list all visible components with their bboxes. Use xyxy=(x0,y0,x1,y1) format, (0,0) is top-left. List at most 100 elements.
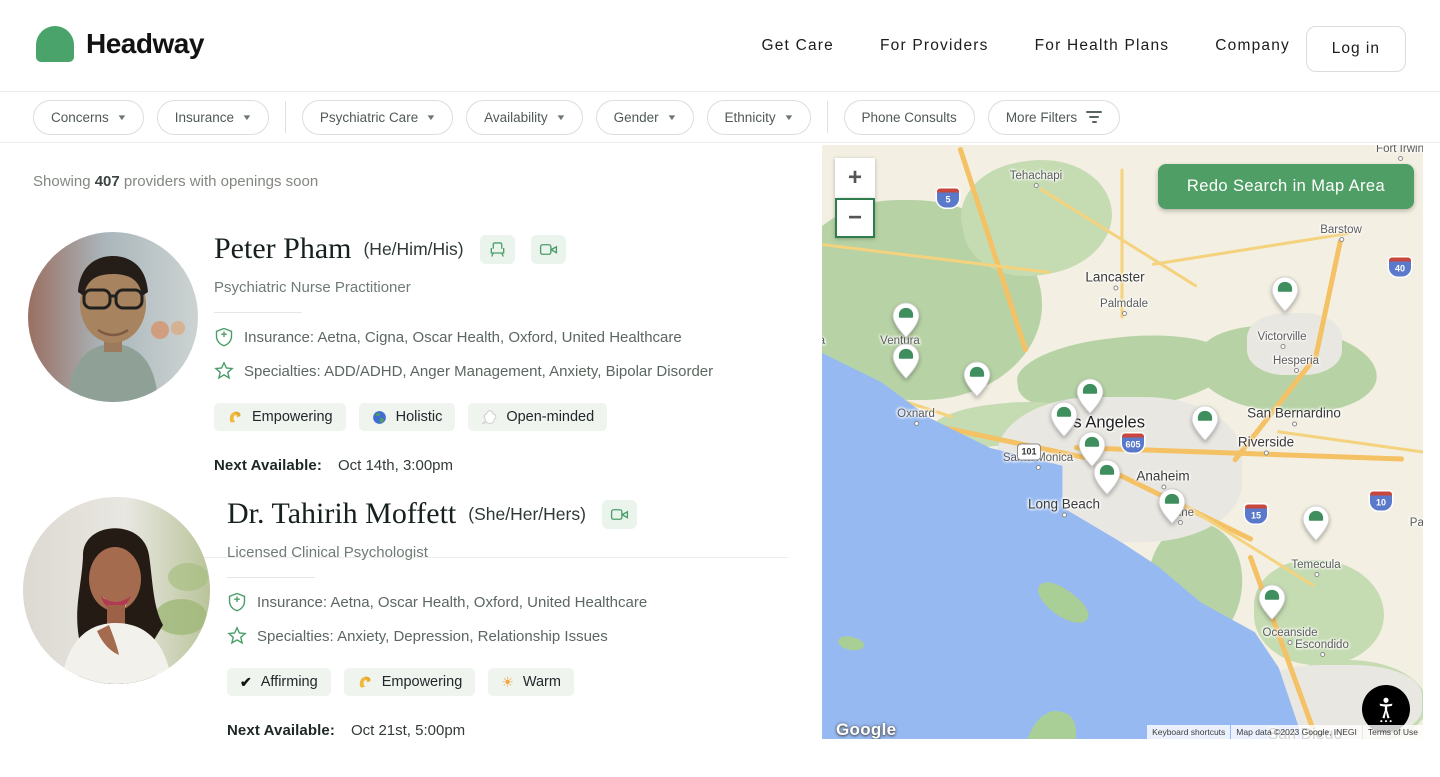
nav-get-care[interactable]: Get Care xyxy=(761,37,834,55)
map-city-label: Palmdale xyxy=(1100,298,1148,316)
map-city-label: Victorville xyxy=(1258,331,1307,349)
redo-search-button[interactable]: Redo Search in Map Area xyxy=(1158,164,1414,209)
map-attribution: Keyboard shortcuts Map data ©2023 Google,… xyxy=(1146,725,1423,739)
map-city-label: Escondido xyxy=(1295,639,1349,657)
map-city-label: Temecula xyxy=(1291,559,1341,577)
filter-availability[interactable]: Availability ▼ xyxy=(466,99,583,135)
shield-plus-icon xyxy=(227,592,247,612)
top-navbar: Headway Get Care For Providers For Healt… xyxy=(0,0,1440,92)
map-city-label: Barstow xyxy=(1320,224,1362,242)
map-attribution-item[interactable]: Terms of Use xyxy=(1362,725,1423,739)
results-summary: Showing 407 providers with openings soon xyxy=(33,173,319,190)
main-nav: Get Care For Providers For Health Plans … xyxy=(761,0,1290,92)
map-city-dot xyxy=(1338,237,1344,242)
map-pin-icon[interactable] xyxy=(963,361,991,398)
star-icon xyxy=(227,626,247,646)
map-city-label: Anaheim xyxy=(1136,469,1190,490)
trait-badge: Holistic xyxy=(358,403,456,431)
provider-name[interactable]: Peter Pham xyxy=(214,232,351,266)
map-pin-icon[interactable] xyxy=(892,343,920,380)
map-pin-icon[interactable] xyxy=(1093,459,1121,496)
map-pin-icon[interactable] xyxy=(892,302,920,339)
map-panel[interactable]: Fort Irwin Tehachapi Barstow Lancaster Palmd… xyxy=(822,145,1423,739)
video-icon xyxy=(530,234,566,264)
filter-bar: Concerns ▼ Insurance ▼ Psychiatric Care … xyxy=(0,92,1440,143)
map-city-label: Lancaster xyxy=(1085,270,1145,291)
title-divider xyxy=(227,577,315,578)
specialties-row: Specialties: ADD/ADHD, Anger Management,… xyxy=(214,361,789,381)
map-city-label: Oceanside xyxy=(1263,627,1317,645)
filter-concerns[interactable]: Concerns ▼ xyxy=(33,99,144,135)
video-icon xyxy=(601,499,637,529)
map-pin-icon[interactable] xyxy=(1050,401,1078,438)
map-city-label: Fort Irwin xyxy=(1376,145,1423,161)
map-pin-icon[interactable] xyxy=(1258,584,1286,621)
trait-label: Warm xyxy=(522,674,561,690)
map-city-dot xyxy=(1314,572,1319,577)
zoom-in-button[interactable]: + xyxy=(835,158,875,198)
check-icon: ✔ xyxy=(240,674,252,690)
trait-badge: ☀ Warm xyxy=(488,668,574,696)
provider-avatar[interactable] xyxy=(23,497,210,684)
thought-icon xyxy=(481,410,497,424)
map-city-dot xyxy=(1062,512,1067,518)
specialties-list: Anxiety, Depression, Relationship Issues xyxy=(337,627,608,645)
trait-badges: ✔ Affirming Empowering ☀ Warm xyxy=(227,668,789,696)
chevron-down-icon: ▼ xyxy=(425,112,437,122)
login-button[interactable]: Log in xyxy=(1305,26,1406,72)
nav-company[interactable]: Company xyxy=(1215,37,1290,55)
map-attribution-item[interactable]: Keyboard shortcuts xyxy=(1147,725,1231,739)
map-attribution-item[interactable]: Map data ©2023 Google, INEGI xyxy=(1231,725,1362,739)
nav-for-health-plans[interactable]: For Health Plans xyxy=(1035,37,1170,55)
trait-badge: ✔ Affirming xyxy=(227,668,331,696)
insurance-row: Insurance: Aetna, Oscar Health, Oxford, … xyxy=(227,592,789,612)
filter-insurance[interactable]: Insurance ▼ xyxy=(156,99,269,135)
muscle-icon xyxy=(357,674,373,690)
highway-shield-icon: 15 xyxy=(1245,504,1267,524)
nav-for-providers[interactable]: For Providers xyxy=(880,37,989,55)
specialties-list: ADD/ADHD, Anger Management, Anxiety, Bip… xyxy=(324,362,714,380)
provider-title: Psychiatric Nurse Practitioner xyxy=(214,279,411,296)
map-pin-icon[interactable] xyxy=(1302,505,1330,542)
provider-name[interactable]: Dr. Tahirih Moffett xyxy=(227,497,456,531)
highway-shield-icon: 40 xyxy=(1389,257,1411,277)
chevron-down-icon: ▼ xyxy=(241,112,253,122)
filter-phone-consults[interactable]: Phone Consults xyxy=(843,99,975,135)
map-city-label: Tehachapi xyxy=(1010,170,1062,188)
insurance-list: Aetna, Cigna, Oscar Health, Oxford, Unit… xyxy=(317,328,682,346)
map-pin-icon[interactable] xyxy=(1076,378,1104,415)
headway-logo-icon xyxy=(36,26,74,62)
map-pin-icon[interactable] xyxy=(1191,405,1219,442)
provider-avatar[interactable] xyxy=(28,232,198,402)
map-pin-icon[interactable] xyxy=(1158,488,1186,525)
map-city-label: Long Beach xyxy=(1028,497,1100,518)
trait-badge: Empowering xyxy=(214,403,346,431)
title-divider xyxy=(214,312,302,313)
map-city-label: Oxnard xyxy=(897,408,935,426)
headway-logo[interactable]: Headway xyxy=(36,26,204,62)
highway-shield-icon: 101 xyxy=(1017,443,1041,461)
filter-lines-icon xyxy=(1086,108,1103,125)
provider-pronouns: (She/Her/Hers) xyxy=(468,503,586,524)
filter-psychiatric-care[interactable]: Psychiatric Care ▼ xyxy=(301,99,454,135)
filter-group-divider xyxy=(826,101,828,133)
insurance-row: Insurance: Aetna, Cigna, Oscar Health, O… xyxy=(214,327,789,347)
map-road xyxy=(1276,430,1423,454)
map-city-label: Palm Springs xyxy=(1409,517,1423,529)
filter-more-filters[interactable]: More Filters xyxy=(987,99,1121,135)
globe-icon xyxy=(372,410,387,425)
map-city-dot xyxy=(1320,652,1325,657)
provider-title: Licensed Clinical Psychologist xyxy=(227,544,428,561)
zoom-out-button[interactable]: − xyxy=(835,198,875,238)
filter-gender[interactable]: Gender ▼ xyxy=(595,99,694,135)
trait-badge: Empowering xyxy=(343,668,476,696)
map-road xyxy=(1151,231,1350,266)
filter-ethnicity[interactable]: Ethnicity ▼ xyxy=(706,99,811,135)
map-pin-icon[interactable] xyxy=(1271,276,1299,313)
map-city-label: Riverside xyxy=(1238,435,1294,456)
google-logo: Google xyxy=(836,720,897,739)
chevron-down-icon: ▼ xyxy=(666,112,678,122)
chevron-down-icon: ▼ xyxy=(555,112,567,122)
map-city-dot xyxy=(1397,156,1403,161)
highway-shield-icon: 10 xyxy=(1370,491,1392,511)
